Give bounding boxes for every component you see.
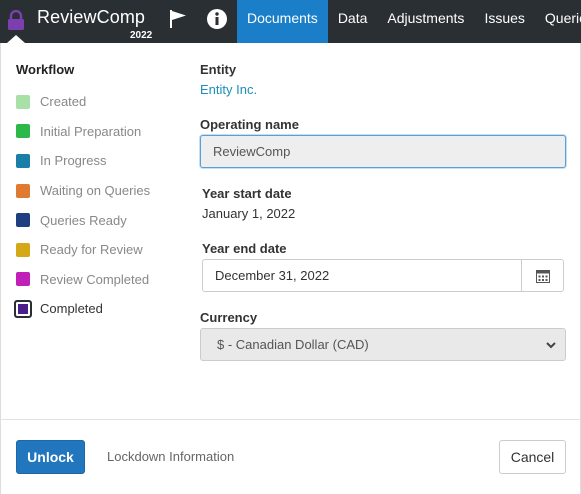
year-end-date-value: December 31, 2022 — [215, 268, 330, 283]
tab-queries[interactable]: Queries — [535, 0, 581, 43]
flag-icon[interactable] — [168, 9, 188, 29]
calendar-icon — [535, 269, 550, 283]
top-nav-bar: ReviewComp 2022 Documents Data Adjustmen… — [0, 0, 581, 43]
workflow-item-label: Completed — [40, 301, 103, 317]
unlock-button[interactable]: Unlock — [16, 440, 85, 474]
workflow-item-label: Created — [40, 94, 87, 110]
operating-name-label: Operating name — [200, 117, 299, 132]
tab-adjustments[interactable]: Adjustments — [377, 0, 474, 43]
year-end-date-picker: December 31, 2022 — [202, 259, 564, 292]
operating-name-field[interactable]: ReviewComp — [200, 135, 566, 168]
currency-select[interactable]: $ - Canadian Dollar (CAD) — [200, 328, 566, 361]
status-swatch — [16, 213, 30, 228]
status-swatch — [16, 183, 30, 198]
popover-caret — [7, 35, 25, 43]
year-end-date-input[interactable]: December 31, 2022 — [202, 259, 524, 292]
operating-name-value: ReviewComp — [213, 144, 291, 159]
entity-link[interactable]: Entity Inc. — [200, 82, 257, 97]
year-start-value: January 1, 2022 — [202, 206, 296, 221]
workflow-item-initial-preparation[interactable]: Initial Preparation — [16, 117, 150, 147]
year-badge: 2022 — [130, 30, 153, 41]
workflow-item-review-completed[interactable]: Review Completed — [16, 265, 150, 295]
status-swatch — [16, 272, 30, 287]
info-icon[interactable] — [206, 8, 228, 30]
tab-data[interactable]: Data — [328, 0, 378, 43]
tab-documents[interactable]: Documents — [237, 0, 328, 43]
lockdown-information-link[interactable]: Lockdown Information — [107, 449, 234, 464]
workflow-item-label: In Progress — [40, 153, 107, 169]
workflow-item-created[interactable]: Created — [16, 87, 150, 117]
status-swatch — [16, 94, 30, 109]
workflow-list: Created Initial Preparation In Progress … — [14, 87, 150, 324]
year-start-label: Year start date — [202, 186, 292, 201]
workflow-item-label: Initial Preparation — [40, 123, 142, 139]
chevron-down-icon — [546, 342, 556, 349]
lock-icon — [8, 10, 24, 30]
workflow-item-label: Review Completed — [40, 271, 150, 287]
workflow-item-completed[interactable]: Completed — [14, 294, 150, 324]
year-end-label: Year end date — [202, 241, 287, 256]
status-swatch — [16, 124, 30, 139]
workflow-item-waiting-on-queries[interactable]: Waiting on Queries — [16, 176, 150, 206]
status-swatch — [16, 153, 30, 168]
workflow-item-queries-ready[interactable]: Queries Ready — [16, 205, 150, 235]
main-nav: Documents Data Adjustments Issues Querie… — [237, 0, 581, 43]
footer-divider — [0, 419, 581, 420]
cancel-button[interactable]: Cancel — [499, 440, 566, 474]
tab-issues[interactable]: Issues — [474, 0, 534, 43]
entity-label: Entity — [200, 62, 237, 77]
app-name: ReviewComp — [37, 7, 146, 27]
currency-label: Currency — [200, 310, 258, 325]
workflow-item-label: Queries Ready — [40, 212, 127, 228]
workflow-item-ready-for-review[interactable]: Ready for Review — [16, 235, 150, 265]
status-swatch-selected — [14, 299, 32, 318]
workflow-item-label: Ready for Review — [40, 242, 143, 258]
status-swatch — [16, 242, 30, 257]
calendar-button[interactable] — [521, 259, 564, 292]
workflow-item-label: Waiting on Queries — [40, 183, 151, 199]
workflow-item-in-progress[interactable]: In Progress — [16, 146, 150, 176]
currency-value: $ - Canadian Dollar (CAD) — [217, 337, 369, 352]
workflow-heading: Workflow — [16, 62, 75, 77]
